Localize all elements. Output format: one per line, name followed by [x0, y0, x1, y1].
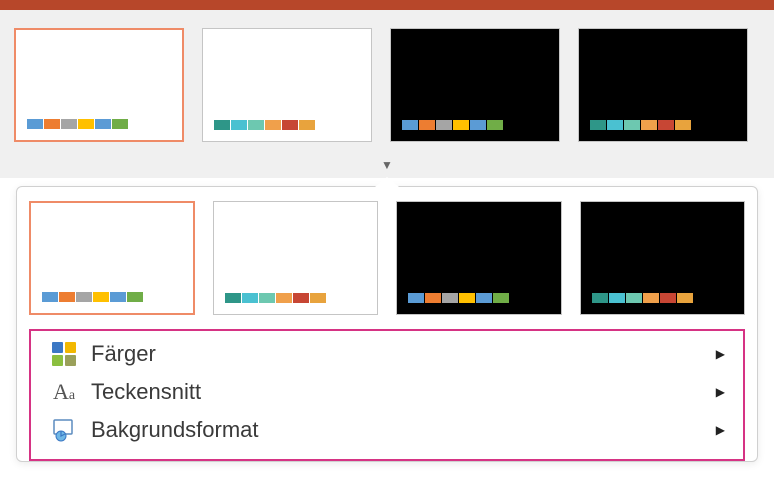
color-swatch	[402, 120, 418, 130]
color-swatch	[609, 293, 625, 303]
color-swatch	[248, 120, 264, 130]
color-swatch	[214, 120, 230, 130]
chevron-right-icon: ▶	[716, 423, 725, 437]
color-swatch	[44, 119, 60, 129]
color-swatch	[453, 120, 469, 130]
color-swatch	[675, 120, 691, 130]
color-swatch	[641, 120, 657, 130]
color-swatch	[442, 293, 458, 303]
color-swatch	[624, 120, 640, 130]
menu-item-fonts[interactable]: Aa Teckensnitt ▶	[31, 373, 743, 411]
chevron-right-icon: ▶	[716, 347, 725, 361]
dropdown-variant-thumb-0[interactable]	[29, 201, 195, 315]
color-swatch	[592, 293, 608, 303]
color-swatch	[42, 292, 58, 302]
color-swatch-strip	[225, 293, 327, 303]
color-swatch	[282, 120, 298, 130]
color-swatch	[27, 119, 43, 129]
color-swatch	[607, 120, 623, 130]
app-accent-bar	[0, 0, 774, 10]
color-swatch	[259, 293, 275, 303]
ribbon-variant-thumb-3[interactable]	[578, 28, 748, 142]
color-swatch	[493, 293, 509, 303]
color-swatch	[265, 120, 281, 130]
color-swatch	[660, 293, 676, 303]
color-swatch-strip	[27, 119, 129, 129]
color-swatch	[95, 119, 111, 129]
color-swatch	[470, 120, 486, 130]
variant-gallery	[0, 10, 774, 150]
color-swatch	[59, 292, 75, 302]
color-swatch	[590, 120, 606, 130]
menu-item-background[interactable]: Bakgrundsformat ▶	[31, 411, 743, 449]
color-swatch	[76, 292, 92, 302]
color-swatch	[61, 119, 77, 129]
color-swatch-strip	[42, 292, 144, 302]
color-swatch	[408, 293, 424, 303]
menu-item-label: Bakgrundsformat	[91, 417, 716, 443]
color-swatch-strip	[408, 293, 510, 303]
variant-dropdown-panel: Färger ▶ Aa Teckensnitt ▶ Bakgrundsforma…	[16, 186, 758, 462]
color-swatch	[242, 293, 258, 303]
color-swatch	[436, 120, 452, 130]
menu-item-label: Färger	[91, 341, 716, 367]
menu-item-label: Teckensnitt	[91, 379, 716, 405]
color-swatch	[643, 293, 659, 303]
expand-gallery-button[interactable]: ▼	[371, 154, 403, 176]
color-swatch	[677, 293, 693, 303]
menu-item-colors[interactable]: Färger ▶	[31, 335, 743, 373]
colors-icon	[49, 342, 79, 366]
color-swatch	[127, 292, 143, 302]
ribbon-variant-thumb-0[interactable]	[14, 28, 184, 142]
color-swatch	[459, 293, 475, 303]
color-swatch	[93, 292, 109, 302]
chevron-right-icon: ▶	[716, 385, 725, 399]
color-swatch	[231, 120, 247, 130]
color-swatch-strip	[214, 120, 316, 130]
color-swatch	[476, 293, 492, 303]
color-swatch	[425, 293, 441, 303]
color-swatch	[310, 293, 326, 303]
background-format-icon	[49, 418, 79, 442]
color-swatch-strip	[592, 293, 694, 303]
color-swatch	[293, 293, 309, 303]
color-swatch	[78, 119, 94, 129]
color-swatch-strip	[590, 120, 692, 130]
variant-options-menu: Färger ▶ Aa Teckensnitt ▶ Bakgrundsforma…	[29, 329, 745, 461]
color-swatch	[110, 292, 126, 302]
color-swatch-strip	[402, 120, 504, 130]
fonts-icon: Aa	[49, 381, 79, 403]
color-swatch	[225, 293, 241, 303]
expand-row: ▼	[0, 150, 774, 178]
dropdown-variant-thumb-3[interactable]	[580, 201, 745, 315]
dropdown-variant-thumb-2[interactable]	[396, 201, 561, 315]
color-swatch	[112, 119, 128, 129]
color-swatch	[276, 293, 292, 303]
color-swatch	[626, 293, 642, 303]
ribbon-variant-thumb-2[interactable]	[390, 28, 560, 142]
ribbon-variant-thumb-1[interactable]	[202, 28, 372, 142]
color-swatch	[487, 120, 503, 130]
dropdown-variant-thumb-1[interactable]	[213, 201, 378, 315]
color-swatch	[658, 120, 674, 130]
color-swatch	[419, 120, 435, 130]
color-swatch	[299, 120, 315, 130]
